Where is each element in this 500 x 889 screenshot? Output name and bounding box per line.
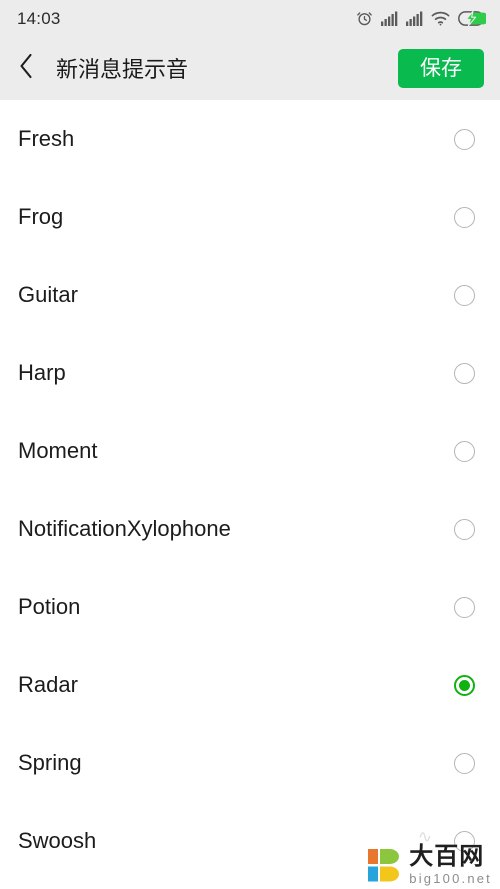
list-item-label: Moment <box>18 438 98 463</box>
status-time: 14:03 <box>17 8 61 28</box>
ringtone-list: Fresh Frog Guitar Harp Moment Notificati… <box>0 100 500 880</box>
list-item-label: Fresh <box>18 126 75 151</box>
status-bar: 14:03 <box>0 0 500 36</box>
radio-button[interactable] <box>454 362 475 384</box>
list-item[interactable]: Radar <box>0 646 500 724</box>
battery-charging-icon <box>458 10 486 26</box>
wifi-icon <box>431 11 450 26</box>
list-item-label: Potion <box>18 594 81 619</box>
list-item[interactable]: Swoosh <box>0 802 500 880</box>
radio-button[interactable] <box>454 596 475 618</box>
back-button[interactable] <box>16 48 48 88</box>
list-item-label: Swoosh <box>18 828 97 853</box>
chevron-left-icon <box>16 51 36 86</box>
status-icon-group <box>356 10 486 27</box>
radio-button[interactable] <box>454 752 475 774</box>
list-item[interactable]: Moment <box>0 412 500 490</box>
list-item-label: Radar <box>18 672 78 697</box>
app-header: 新消息提示音 保存 <box>0 36 500 100</box>
list-item[interactable]: Fresh <box>0 100 500 178</box>
alarm-icon <box>356 10 373 27</box>
radio-button[interactable] <box>454 440 475 462</box>
list-item-label: Frog <box>18 204 64 229</box>
list-item[interactable]: NotificationXylophone <box>0 490 500 568</box>
radio-button[interactable] <box>454 128 475 150</box>
page-title: 新消息提示音 <box>56 57 189 82</box>
radio-button-selected[interactable] <box>454 674 475 696</box>
list-item-label: Harp <box>18 360 66 385</box>
list-item[interactable]: Frog <box>0 178 500 256</box>
list-item[interactable]: Harp <box>0 334 500 412</box>
list-item-label: Spring <box>18 750 82 775</box>
save-button[interactable]: 保存 <box>398 48 484 88</box>
radio-button[interactable] <box>454 284 475 306</box>
list-item[interactable]: Guitar <box>0 256 500 334</box>
radio-button[interactable] <box>454 518 475 540</box>
list-item[interactable]: Spring <box>0 724 500 802</box>
phone-screen: 14:03 新消息提示音 保存 Fresh Frog Guitar Harp M… <box>0 0 500 889</box>
signal-bars-icon-2 <box>406 11 423 26</box>
list-item[interactable]: Potion <box>0 568 500 646</box>
list-item-label: Guitar <box>18 282 78 307</box>
signal-bars-icon-1 <box>381 11 398 26</box>
radio-button[interactable] <box>454 206 475 228</box>
radio-button[interactable] <box>454 830 475 852</box>
list-item-label: NotificationXylophone <box>18 516 231 541</box>
